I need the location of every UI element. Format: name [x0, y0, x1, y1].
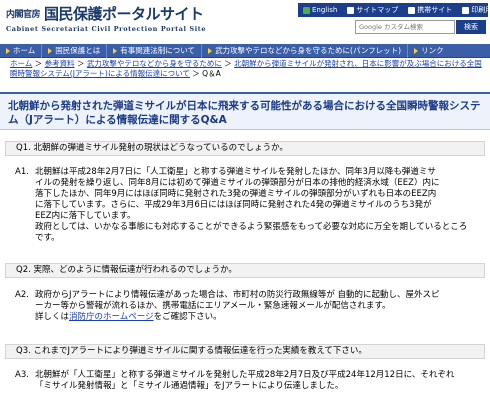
arrow-right-icon	[113, 47, 118, 54]
question-bar-q2: Q2. 実際、どのように情報伝達が行われるのでしょうか。	[5, 263, 485, 278]
answer-line: 政府からJアラートにより情報伝達があった場合は、市町村の防災行政無線等が 自動的…	[35, 290, 440, 300]
logo-main-text: 国民保護ポータルサイト	[44, 5, 204, 23]
breadcrumb-protect-yourself[interactable]: 武力攻撃やテロなどから身を守るために	[87, 59, 222, 68]
question-bar-q1: Q1. 北朝鮮の弾道ミサイル発射の現状はどうなっているのでしょうか。	[5, 141, 485, 156]
answer-link-suffix: をご確認下さい。	[153, 312, 222, 322]
nav-item-pamphlet[interactable]: 武力攻撃やテロなどから身を守るために(パンフレット)	[202, 43, 409, 58]
answer-line: 政府としては、いかなる事態にも対応することができるよう緊張感をもって必要な対応に…	[35, 222, 468, 232]
sitemap-link-label: サイトマップ	[356, 6, 399, 14]
breadcrumb-separator: ＞	[76, 59, 85, 68]
answer-block-a1: A1. 北朝鮮は平成28年2月7日に「人工衛星」と称する弾道ミサイルを発射したほ…	[5, 167, 485, 247]
fdma-homepage-link[interactable]: 消防庁のホームページ	[69, 312, 154, 322]
nav-item-links-label: リンク	[421, 46, 444, 55]
arrow-right-icon	[414, 47, 419, 54]
question-label: Q1.	[16, 143, 31, 153]
breadcrumb-references[interactable]: 参考資料	[45, 59, 75, 68]
answer-label: A1.	[15, 167, 29, 177]
printer-icon	[462, 6, 470, 14]
answer-line: 落下したほか、同年9月にはほぼ同時に発射された3発の弾道ミサイルの弾頭部分がいず…	[35, 189, 437, 199]
page-title: 北朝鮮から発射された弾道ミサイルが日本に飛来する可能性がある場合における全国瞬時…	[8, 100, 481, 126]
arrow-right-icon	[6, 47, 10, 54]
nav-item-legislation-label: 有事関連法制について	[120, 46, 196, 55]
mobile-icon	[408, 6, 416, 14]
answer-line: EEZ内に落下しています。	[35, 211, 136, 221]
answer-line: イルの発射を繰り返し、同年8月には初めて弾道ミサイルの弾頭部分が日本の排他的経済…	[35, 178, 440, 188]
mobile-site-link-label: 携帯サイト	[417, 6, 453, 14]
answer-text: 北朝鮮が「人工衛星」と称する弾道ミサイルを発射した平成28年2月7日及び平成24…	[35, 370, 483, 392]
breadcrumb: ホーム ＞ 参考資料 ＞ 武力攻撃やテロなどから身を守るために ＞ 北朝鮮から弾…	[10, 59, 485, 79]
nav-item-pamphlet-label: 武力攻撃やテロなどから身を守るために(パンフレット)	[215, 46, 402, 55]
question-bar-q3: Q3. これまでJアラートにより弾道ミサイルに関する情報伝達を行った実績を教えて…	[5, 344, 485, 359]
answer-line: ーカー等から警報が流れるほか、携帯電話にエリアメール・緊急速報メールが配信されま…	[35, 301, 391, 311]
breadcrumb-separator: ＞	[34, 59, 43, 68]
site-header: 内閣官房 国民保護ポータルサイト Cabinet Secretariat Civ…	[0, 0, 490, 44]
answer-label: A2.	[15, 290, 29, 300]
answer-line-with-link: 詳しくは消防庁のホームページをご確認下さい。	[35, 312, 483, 323]
arrow-right-icon	[48, 47, 53, 54]
nav-item-home[interactable]: ホーム	[0, 43, 43, 58]
arrow-right-icon	[208, 47, 213, 54]
print-pdf-link[interactable]: 印刷用PDF	[457, 5, 490, 15]
answer-line: 北朝鮮は平成28年2月7日に「人工衛星」と称する弾道ミサイルを発射したほか、同年…	[35, 167, 436, 177]
answer-label: A3.	[15, 370, 29, 380]
answer-line: 北朝鮮が「人工衛星」と称する弾道ミサイルを発射した平成28年2月7日及び平成24…	[35, 370, 455, 380]
mobile-site-link[interactable]: 携帯サイト	[403, 5, 457, 15]
answer-line: に落下しています。さらに、平成29年3月6日にはほぼ同時に発射された4発の弾道ミ…	[35, 200, 432, 210]
question-text: これまでJアラートにより弾道ミサイルに関する情報伝達を行った実績を教えて下さい。	[33, 346, 367, 356]
global-nav: ホーム 国民保護とは 有事関連法制について 武力攻撃やテロなどから身を守るために…	[0, 43, 490, 58]
answer-line: です。	[35, 233, 60, 243]
nav-item-links[interactable]: リンク	[408, 44, 450, 58]
english-link[interactable]: English	[298, 6, 342, 14]
search-input[interactable]: Google カスタム検索	[355, 20, 455, 34]
english-link-label: English	[312, 6, 338, 14]
question-text: 実際、どのように情報伝達が行われるのでしょうか。	[33, 265, 237, 275]
utility-nav: English サイトマップ 携帯サイト 印刷用PDF	[298, 3, 490, 17]
nav-item-home-label: ホーム	[13, 46, 36, 55]
answer-block-a2: A2. 政府からJアラートにより情報伝達があった場合は、市町村の防災行政無線等が…	[5, 290, 485, 326]
nav-item-legislation[interactable]: 有事関連法制について	[107, 43, 203, 58]
answer-text: 政府からJアラートにより情報伝達があった場合は、市町村の防災行政無線等が 自動的…	[35, 290, 483, 323]
nav-item-about[interactable]: 国民保護とは	[42, 43, 108, 58]
question-text: 北朝鮮の弾道ミサイル発射の現状はどうなっているのでしょうか。	[33, 143, 288, 153]
breadcrumb-separator: ＞	[224, 59, 232, 68]
globe-icon	[303, 6, 310, 14]
question-label: Q3.	[16, 346, 31, 356]
answer-link-prefix: 詳しくは	[35, 312, 70, 322]
answer-line: 「ミサイル発射情報」と「ミサイル通過情報」をJアラートにより伝達しました。	[35, 381, 344, 391]
search-button[interactable]: 検索	[456, 20, 486, 34]
breadcrumb-separator: ＞	[192, 69, 200, 78]
breadcrumb-home[interactable]: ホーム	[10, 59, 32, 68]
logo-subtitle: Cabinet Secretariat Civil Protection Por…	[6, 25, 207, 33]
sitemap-icon	[347, 6, 355, 14]
page-title-box: 北朝鮮から発射された弾道ミサイルが日本に飛来する可能性がある場合における全国瞬時…	[0, 92, 490, 130]
answer-text: 北朝鮮は平成28年2月7日に「人工衛星」と称する弾道ミサイルを発射したほか、同年…	[35, 167, 483, 244]
sitemap-link[interactable]: サイトマップ	[342, 5, 403, 15]
print-pdf-link-label: 印刷用PDF	[471, 6, 490, 14]
answer-block-a3: A3. 北朝鮮が「人工衛星」と称する弾道ミサイルを発射した平成28年2月7日及び…	[5, 370, 485, 394]
logo-kantei-text: 内閣官房	[6, 10, 41, 20]
breadcrumb-current: Q＆A	[202, 69, 221, 78]
nav-item-about-label: 国民保護とは	[55, 46, 101, 55]
question-label: Q2.	[16, 265, 31, 275]
